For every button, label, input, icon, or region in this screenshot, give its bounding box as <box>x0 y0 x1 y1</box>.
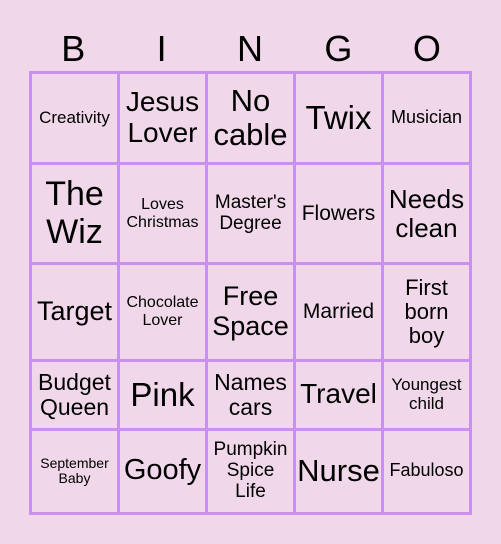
header-letter-b: B <box>61 28 86 69</box>
bingo-row: September Baby Goofy Pumpkin Spice Life Nur… <box>29 427 472 516</box>
bingo-cell[interactable]: No cable <box>205 70 296 166</box>
bingo-cell[interactable]: The Wiz <box>29 162 120 266</box>
bingo-cell[interactable]: Target <box>29 262 120 362</box>
header-letter-n: N <box>237 28 264 69</box>
bingo-grid: Creativity Jesus Lover No cable Twix Musicia… <box>29 70 472 516</box>
bingo-cell[interactable]: Travel <box>293 359 384 431</box>
bingo-cell[interactable]: Twix <box>293 70 384 166</box>
bingo-row: Budget Queen Pink Names cars Travel Youngest… <box>29 359 472 431</box>
header-letter-g: G <box>324 28 353 69</box>
bingo-cell[interactable]: Creativity <box>29 70 120 166</box>
bingo-cell[interactable]: Loves Christmas <box>117 162 208 266</box>
bingo-cell[interactable]: Musician <box>381 70 472 166</box>
bingo-cell[interactable]: Master's Degree <box>205 162 296 266</box>
bingo-cell[interactable]: Pumpkin Spice Life <box>205 427 296 516</box>
bingo-cell[interactable]: Chocolate Lover <box>117 262 208 362</box>
bingo-cell[interactable]: Goofy <box>117 427 208 516</box>
bingo-cell[interactable]: Free Space <box>205 262 296 362</box>
bingo-cell[interactable]: Budget Queen <box>29 359 120 431</box>
bingo-cell[interactable]: Youngest child <box>381 359 472 431</box>
bingo-row: Creativity Jesus Lover No cable Twix Musicia… <box>29 70 472 166</box>
bingo-cell[interactable]: Pink <box>117 359 208 431</box>
bingo-cell[interactable]: Fabuloso <box>381 427 472 516</box>
bingo-row: The Wiz Loves Christmas Master's Degree Flo… <box>29 162 472 266</box>
bingo-cell[interactable]: Flowers <box>293 162 384 266</box>
bingo-header: B I N G O <box>29 28 471 70</box>
bingo-cell[interactable]: Married <box>293 262 384 362</box>
bingo-cell[interactable]: Names cars <box>205 359 296 431</box>
header-letter-o: O <box>412 28 441 69</box>
bingo-cell[interactable]: Jesus Lover <box>117 70 208 166</box>
bingo-cell[interactable]: September Baby <box>29 427 120 516</box>
bingo-cell[interactable]: Nurse <box>293 427 384 516</box>
bingo-cell[interactable]: First born boy <box>381 262 472 362</box>
bingo-row: Target Chocolate Lover Free Space Married Fi… <box>29 262 472 362</box>
header-letter-i: I <box>156 28 167 69</box>
bingo-cell[interactable]: Needs clean <box>381 162 472 266</box>
